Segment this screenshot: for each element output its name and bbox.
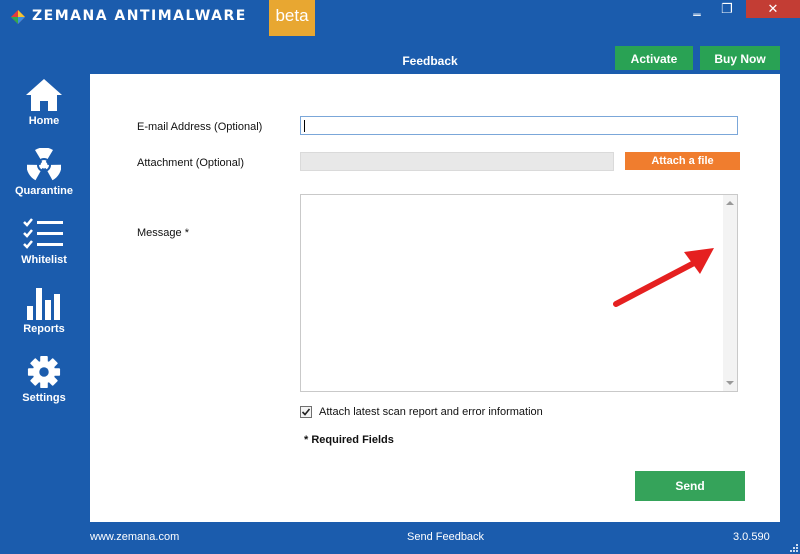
- checkmark-icon: [301, 408, 311, 416]
- close-button[interactable]: ✕: [746, 0, 800, 18]
- app-window: ZEMANA ANTIMALWARE beta ‗ ❐ ✕ Feedback A…: [0, 0, 800, 554]
- attach-report-label[interactable]: Attach latest scan report and error info…: [319, 406, 543, 418]
- sidebar-item-label: Home: [28, 115, 60, 127]
- gear-icon: [27, 355, 61, 389]
- sidebar-item-whitelist[interactable]: Whitelist: [0, 217, 88, 266]
- footer-section-label: Send Feedback: [407, 531, 485, 543]
- version-label: 3.0.590: [733, 531, 770, 543]
- buy-now-button[interactable]: Buy Now: [700, 46, 780, 70]
- message-scrollbar[interactable]: [723, 195, 737, 391]
- attach-file-button[interactable]: Attach a file: [625, 152, 740, 170]
- radiation-icon: [27, 148, 61, 181]
- feedback-panel: E-mail Address (Optional) Attachment (Op…: [90, 74, 780, 522]
- message-label: Message *: [137, 227, 189, 239]
- attachment-label: Attachment (Optional): [137, 157, 244, 169]
- bar-chart-icon: [27, 288, 60, 320]
- sidebar-item-label: Whitelist: [21, 254, 67, 266]
- scroll-down-icon[interactable]: [726, 381, 734, 385]
- email-label: E-mail Address (Optional): [137, 121, 263, 133]
- website-link[interactable]: www.zemana.com: [90, 531, 179, 543]
- app-title: ZEMANA ANTIMALWARE: [32, 8, 247, 24]
- sidebar-item-home[interactable]: Home: [0, 78, 88, 127]
- sidebar-item-label: Quarantine: [14, 185, 74, 197]
- required-fields-note: * Required Fields: [304, 434, 394, 446]
- attachment-path-field: [300, 152, 614, 171]
- sidebar-item-label: Settings: [22, 392, 66, 404]
- beta-badge-label: beta: [275, 6, 309, 25]
- activate-button[interactable]: Activate: [615, 46, 693, 70]
- checklist-icon: [23, 218, 63, 249]
- sidebar-item-quarantine[interactable]: Quarantine: [0, 148, 88, 197]
- sidebar-item-settings[interactable]: Settings: [0, 355, 88, 404]
- home-icon: [26, 79, 62, 111]
- attach-report-checkbox[interactable]: [300, 406, 312, 418]
- email-field[interactable]: [300, 116, 738, 135]
- text-caret: [304, 120, 305, 132]
- maximize-button[interactable]: ❐: [716, 0, 738, 18]
- zemana-logo-icon: [11, 10, 25, 24]
- sidebar-item-reports[interactable]: Reports: [0, 286, 88, 335]
- page-title: Feedback: [402, 54, 458, 68]
- scroll-up-icon[interactable]: [726, 201, 734, 205]
- beta-badge: beta: [269, 0, 315, 36]
- sidebar-item-label: Reports: [23, 323, 65, 335]
- minimize-button[interactable]: ‗: [686, 0, 708, 18]
- send-button[interactable]: Send: [635, 471, 745, 501]
- resize-grip-icon[interactable]: [790, 544, 798, 552]
- red-arrow-annotation-icon: [613, 248, 714, 307]
